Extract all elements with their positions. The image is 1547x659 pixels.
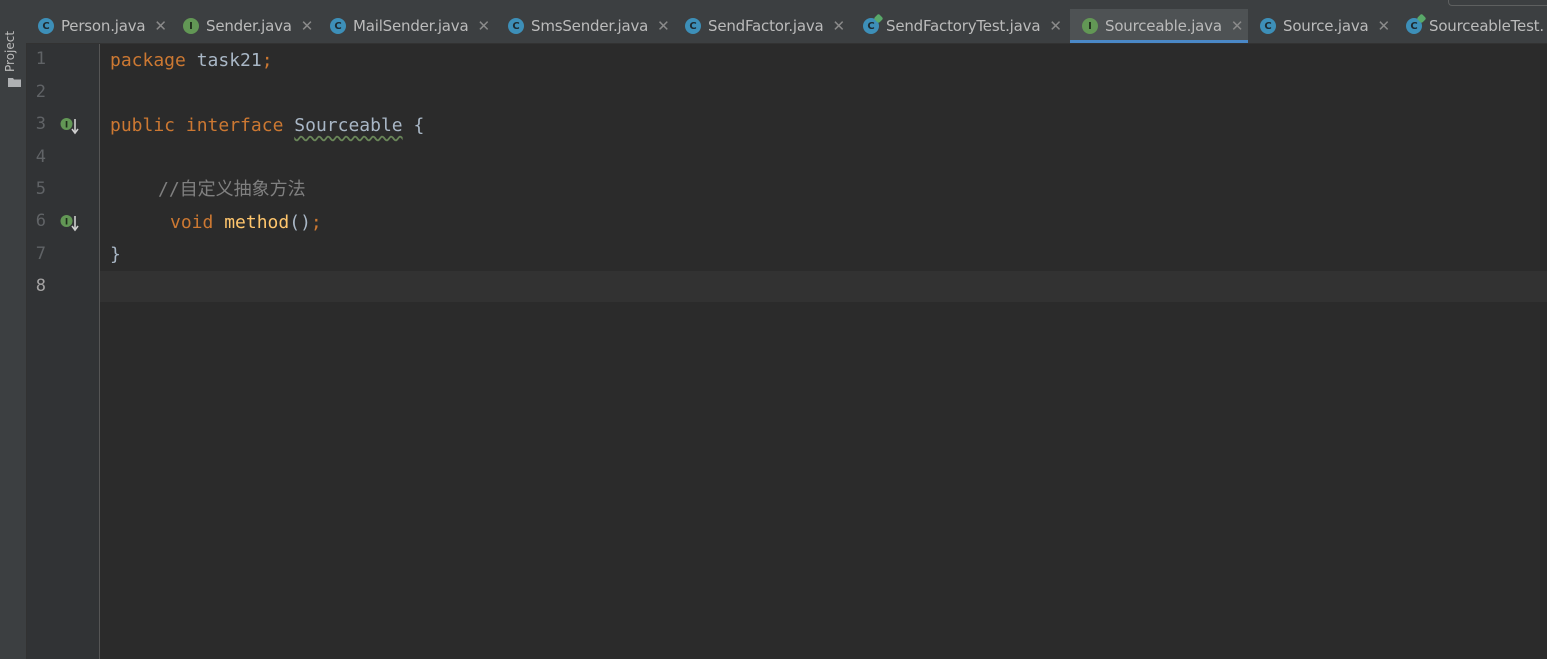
close-icon[interactable]: ✕ — [657, 17, 670, 35]
close-icon[interactable]: ✕ — [1378, 17, 1391, 35]
interface-icon: I — [183, 18, 199, 34]
package-name: task21 — [196, 50, 262, 71]
caret-row-highlight — [100, 271, 1547, 302]
tab-smssender-java[interactable]: C SmsSender.java ✕ — [496, 9, 673, 43]
left-tool-strip: Project — [0, 0, 27, 659]
line-number: 1 — [35, 49, 46, 69]
brace-close: } — [110, 244, 121, 265]
tab-label: SourceableTest. — [1429, 17, 1544, 35]
class-icon: C — [1260, 18, 1276, 34]
line-number: 6 — [35, 211, 46, 231]
tab-sourceabletest-java[interactable]: C SourceableTest. — [1394, 9, 1547, 43]
close-icon[interactable]: ✕ — [154, 17, 167, 35]
interface-icon: I — [1082, 18, 1098, 34]
line-number: 5 — [35, 179, 46, 199]
project-label: Project — [3, 30, 17, 72]
brace-open: { — [413, 115, 425, 136]
tab-label: Sourceable.java — [1105, 17, 1222, 35]
tab-sendfactor-java[interactable]: C SendFactor.java ✕ — [673, 9, 851, 43]
code-line-7: } — [110, 239, 121, 271]
tab-source-java[interactable]: C Source.java ✕ — [1248, 9, 1398, 43]
tab-label: SendFactor.java — [708, 17, 824, 35]
implemented-interface-icon[interactable]: I — [60, 116, 80, 136]
code-line-5: //自定义抽象方法 — [158, 174, 306, 206]
line-number: 2 — [35, 82, 46, 102]
class-icon: C — [508, 18, 524, 34]
svg-text:I: I — [65, 121, 68, 131]
tab-person-java[interactable]: C Person.java ✕ — [26, 9, 174, 43]
keyword: package — [110, 50, 186, 71]
semicolon: ; — [310, 212, 322, 233]
class-icon: C — [38, 18, 54, 34]
tab-sender-java[interactable]: I Sender.java ✕ — [171, 9, 317, 43]
folder-icon — [8, 78, 21, 87]
code-line-1: package task21; — [110, 45, 273, 77]
tab-label: Source.java — [1283, 17, 1369, 35]
line-number: 4 — [35, 147, 46, 167]
navbar-edge — [1448, 0, 1547, 6]
editor-gutter: 1 2 3 4 5 6 7 8 I I — [27, 44, 100, 659]
close-icon[interactable]: ✕ — [477, 17, 490, 35]
close-icon[interactable]: ✕ — [833, 17, 846, 35]
code-line-3: public interface Sourceable { — [110, 110, 424, 142]
line-number: 3 — [35, 114, 46, 134]
line-number-current: 8 — [35, 276, 46, 296]
tab-label: Person.java — [61, 17, 146, 35]
keyword: interface — [185, 115, 284, 136]
tab-mailsender-java[interactable]: C MailSender.java ✕ — [318, 9, 496, 43]
line-number: 7 — [35, 244, 46, 264]
tab-sendfactorytest-java[interactable]: C SendFactoryTest.java ✕ — [851, 9, 1070, 43]
tab-label: SmsSender.java — [531, 17, 649, 35]
close-icon[interactable]: ✕ — [301, 17, 314, 35]
svg-text:I: I — [65, 218, 68, 228]
keyword: public — [110, 115, 176, 136]
keyword: void — [170, 212, 214, 233]
tab-sourceable-java[interactable]: I Sourceable.java ✕ — [1070, 9, 1248, 43]
project-toolwindow-button[interactable]: Project — [0, 10, 26, 87]
close-icon[interactable]: ✕ — [1231, 17, 1244, 35]
comment: //自定义抽象方法 — [158, 179, 306, 200]
method-name: method — [224, 212, 290, 233]
code-line-6: void method(); — [170, 207, 322, 239]
semicolon: ; — [261, 50, 273, 71]
test-class-icon: C — [863, 18, 879, 34]
interface-name: Sourceable — [294, 115, 403, 136]
tab-label: Sender.java — [206, 17, 292, 35]
tab-label: MailSender.java — [353, 17, 469, 35]
implemented-method-icon[interactable]: I — [60, 213, 80, 233]
close-icon[interactable]: ✕ — [1049, 17, 1062, 35]
class-icon: C — [330, 18, 346, 34]
parentheses: () — [289, 212, 311, 233]
code-editor[interactable]: package task21; public interface Sourcea… — [100, 44, 1547, 659]
test-class-icon: C — [1406, 18, 1422, 34]
editor-tab-bar: C Person.java ✕ I Sender.java ✕ C MailSe… — [26, 0, 1547, 44]
tab-label: SendFactoryTest.java — [886, 17, 1041, 35]
class-icon: C — [685, 18, 701, 34]
